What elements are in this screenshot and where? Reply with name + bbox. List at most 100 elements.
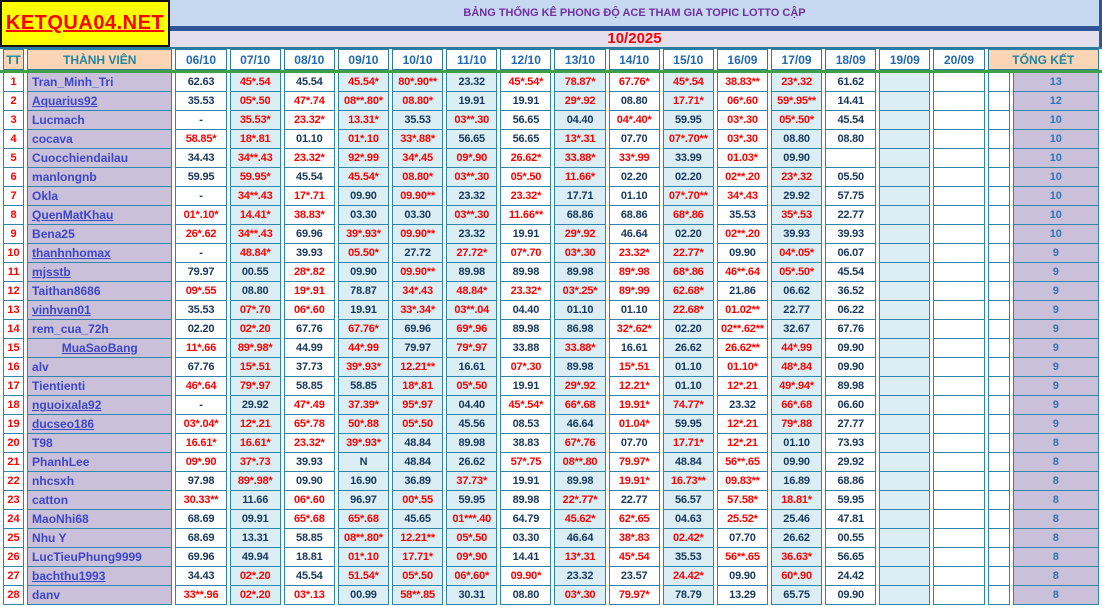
value-cell: 26.62*	[500, 149, 551, 168]
member-name[interactable]: QuenMatKhau	[27, 206, 172, 225]
total-cell: 10	[1013, 168, 1099, 187]
value-cell: 89*.98	[609, 263, 660, 282]
member-name[interactable]: mjsstb	[27, 263, 172, 282]
value-cell: 45.54*	[338, 168, 389, 187]
value-cell: 02**.62**	[717, 320, 768, 339]
value-cell: 12*.21	[717, 415, 768, 434]
value-cell: 48.84*	[446, 282, 497, 301]
member-name: Tran_Minh_Tri	[27, 73, 172, 92]
value-cell	[879, 206, 930, 225]
value-cell	[933, 415, 984, 434]
value-cell: 09.90	[825, 586, 876, 605]
value-cell: 34**.43	[230, 187, 281, 206]
value-cell: 01.10	[663, 377, 714, 396]
value-cell: 16.73**	[663, 472, 714, 491]
row-number: 20	[3, 434, 24, 453]
value-cell: 04*.40*	[609, 111, 660, 130]
value-cell: 38.83**	[717, 73, 768, 92]
value-cell	[879, 415, 930, 434]
value-cell: 02*.20	[230, 320, 281, 339]
value-cell: 07*.70**	[663, 130, 714, 149]
value-cell: 03*.25*	[554, 282, 605, 301]
value-cell: 79*.97	[446, 339, 497, 358]
value-cell: 48.84	[663, 453, 714, 472]
value-cell	[879, 73, 930, 92]
total-cell: 9	[1013, 377, 1099, 396]
member-row: 18nguoixala92-29.9247*.4937.39*95*.9704.…	[3, 396, 1099, 415]
value-cell: 48.84*	[230, 244, 281, 263]
member-row: 8QuenMatKhau01*.10*14.41*38.83*03.3003.3…	[3, 206, 1099, 225]
value-cell: 03*.13	[284, 586, 335, 605]
value-cell: 23.32	[446, 187, 497, 206]
value-cell	[879, 320, 930, 339]
value-cell: 59.95	[663, 111, 714, 130]
member-name[interactable]: Aquarius92	[27, 92, 172, 111]
value-cell: 59.95*	[230, 168, 281, 187]
value-cell: 13*.31	[554, 548, 605, 567]
value-cell: 23.32	[446, 225, 497, 244]
value-cell: 22.77	[771, 301, 822, 320]
value-cell: 57.58*	[717, 491, 768, 510]
value-cell: 03*.30	[717, 130, 768, 149]
value-cell: 39*.93*	[338, 225, 389, 244]
value-cell	[933, 244, 984, 263]
total-cell: 9	[1013, 263, 1099, 282]
value-cell: 37.73*	[446, 472, 497, 491]
value-cell: 45.54	[825, 111, 876, 130]
value-cell	[879, 472, 930, 491]
value-cell: 07*.70	[230, 301, 281, 320]
value-cell: 39*.93*	[338, 358, 389, 377]
value-cell: 12.21**	[392, 358, 443, 377]
value-cell: 56.65	[500, 130, 551, 149]
value-cell: 05*.50	[392, 567, 443, 586]
value-cell: 47.81	[825, 510, 876, 529]
member-name: Nhu Y	[27, 529, 172, 548]
value-cell: 97.98	[175, 472, 226, 491]
value-cell: 16.61	[609, 339, 660, 358]
value-cell: 25.52*	[717, 510, 768, 529]
spacer-cell	[988, 358, 1010, 377]
spacer-cell	[988, 491, 1010, 510]
value-cell: -	[175, 187, 226, 206]
value-cell	[879, 358, 930, 377]
value-cell: 03**.30	[446, 206, 497, 225]
value-cell: 23.32	[554, 567, 605, 586]
value-cell: 19.91	[500, 472, 551, 491]
value-cell: 16.61*	[230, 434, 281, 453]
value-cell: 69.96	[284, 225, 335, 244]
value-cell: 36.52	[825, 282, 876, 301]
spacer-cell	[988, 320, 1010, 339]
member-name[interactable]: bachthu1993	[27, 567, 172, 586]
row-number: 17	[3, 377, 24, 396]
value-cell: 35.53	[392, 111, 443, 130]
value-cell: 23.32*	[609, 244, 660, 263]
value-cell	[933, 396, 984, 415]
value-cell: 06.22	[825, 301, 876, 320]
member-name: Cuocchiendailau	[27, 149, 172, 168]
value-cell: 01.04*	[609, 415, 660, 434]
member-name[interactable]: nguoixala92	[27, 396, 172, 415]
value-cell: 21.86	[717, 282, 768, 301]
value-cell: 23.32	[446, 73, 497, 92]
member-row: 24MaoNhi6868.6909.9165*.6865*.6845.6501*…	[3, 510, 1099, 529]
value-cell: 34*.45	[392, 149, 443, 168]
member-name[interactable]: MuaSaoBang	[27, 339, 172, 358]
value-cell: 34.43	[175, 567, 226, 586]
value-cell: 34*.43	[717, 187, 768, 206]
col-header-date: 07/10	[230, 49, 281, 70]
value-cell: 09.90**	[392, 187, 443, 206]
site-logo[interactable]: KETQUA04.NET	[0, 0, 170, 47]
row-number: 19	[3, 415, 24, 434]
member-name[interactable]: ducseo186	[27, 415, 172, 434]
value-cell: 08.80	[500, 586, 551, 605]
member-row: 2Aquarius9235.5305*.5047*.7408**.80*08.8…	[3, 92, 1099, 111]
member-name: MaoNhi68	[27, 510, 172, 529]
value-cell: 89.98	[500, 263, 551, 282]
col-header-date: 13/10	[554, 49, 605, 70]
member-name[interactable]: vinhvan01	[27, 301, 172, 320]
member-name[interactable]: thanhnhomax	[27, 244, 172, 263]
value-cell: 00*.55	[392, 491, 443, 510]
value-cell: 02.20	[663, 225, 714, 244]
value-cell: 24.42	[825, 567, 876, 586]
total-cell: 9	[1013, 320, 1099, 339]
